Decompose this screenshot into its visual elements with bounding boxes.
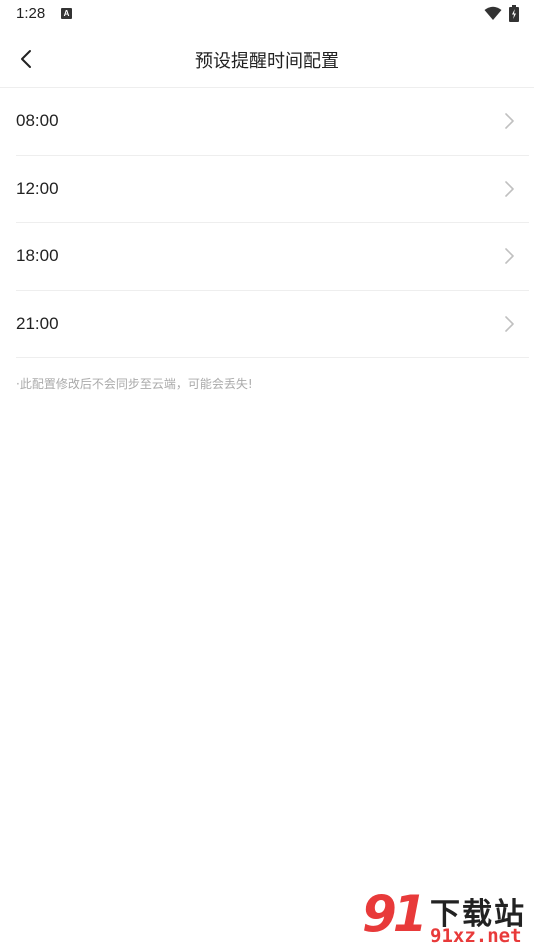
chevron-right-icon [505,180,514,197]
status-bar: 1:28 A [0,0,534,30]
wifi-icon [484,6,502,25]
time-label: 08:00 [16,111,59,131]
chevron-right-icon [505,248,514,265]
page-title: 预设提醒时间配置 [195,51,339,72]
time-item-0800[interactable]: 08:00 [16,88,529,156]
watermark-number: 91 [362,885,428,943]
app-header: 预设提醒时间配置 [0,30,534,88]
watermark-url: 91xz.net [430,925,522,947]
chevron-right-icon [505,315,514,332]
battery-charging-icon [509,5,519,26]
time-item-1800[interactable]: 18:00 [16,223,529,291]
time-item-2100[interactable]: 21:00 [16,291,529,358]
notification-letter: A [63,9,70,18]
watermark-logo: 91 下载站 91xz.net [362,885,534,950]
time-label: 21:00 [16,313,59,333]
status-time: 1:28 [16,5,46,22]
a-badge-icon: A [61,8,72,19]
time-label: 18:00 [16,246,59,266]
time-label: 12:00 [16,178,59,198]
reminder-time-list: 08:00 12:00 18:00 21:00 [16,88,529,358]
sync-warning-notice: ·此配置修改后不会同步至云端，可能会丢失! [16,377,253,391]
chevron-right-icon [505,113,514,130]
time-item-1200[interactable]: 12:00 [16,156,529,223]
